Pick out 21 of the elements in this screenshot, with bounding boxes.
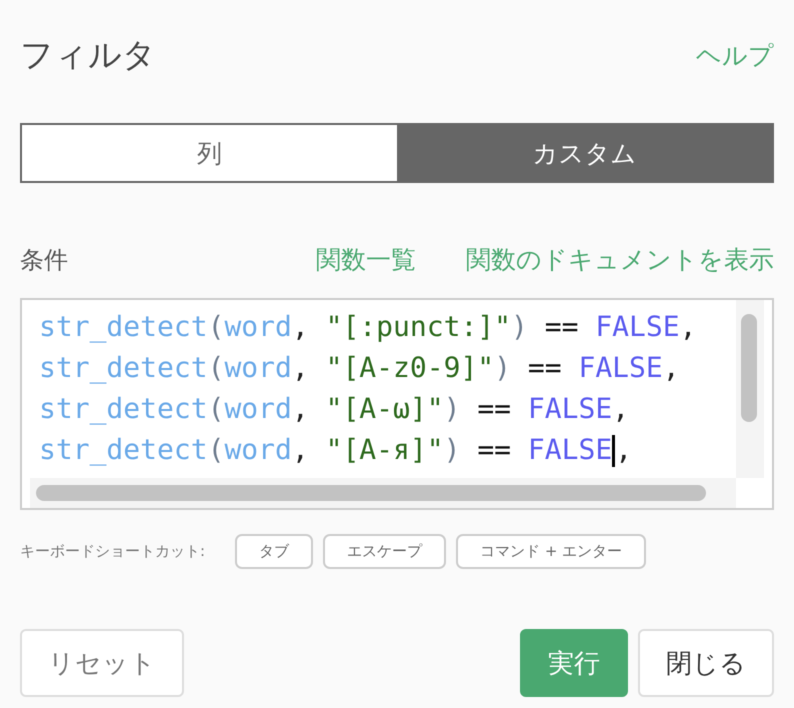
shortcuts-label: キーボードショートカット: [20,542,206,561]
condition-label: 条件 [20,244,68,276]
code-line: str_detect(word, "[:punct:]") == FALSE, [39,309,696,345]
code-editor[interactable]: str_detect(word, "[:punct:]") == FALSE, str_detect(word, "[A-z0-9]") == FALSE, str_detect(word, "[A-ω]") == FALSE, str_detect(word, "[A-я]") == FALSE, [20,298,774,510]
tab[interactable]: 列 [22,125,397,181]
close-button[interactable]: 閉じる [638,629,774,697]
horizontal-scrollbar[interactable] [36,485,706,501]
shortcut-key: コマンド + エンター [456,534,646,569]
code-line: str_detect(word, "[A-я]") == FALSE, [39,432,632,470]
dialog-title: フィルタ [20,34,156,76]
function-link[interactable]: 関数のドキュメントを表示 [466,243,774,276]
function-link[interactable]: 関数一覧 [316,243,416,276]
shortcut-key: タブ [235,534,314,569]
reset-button[interactable]: リセット [20,629,184,697]
help-link[interactable]: ヘルプ [696,38,774,72]
vertical-scrollbar[interactable] [741,314,757,422]
tab[interactable]: カスタム [397,125,772,181]
run-button[interactable]: 実行 [520,629,628,697]
shortcut-key: エスケープ [323,534,446,569]
code-line: str_detect(word, "[A-ω]") == FALSE, [39,391,630,427]
code-line: str_detect(word, "[A-z0-9]") == FALSE, [39,350,680,386]
